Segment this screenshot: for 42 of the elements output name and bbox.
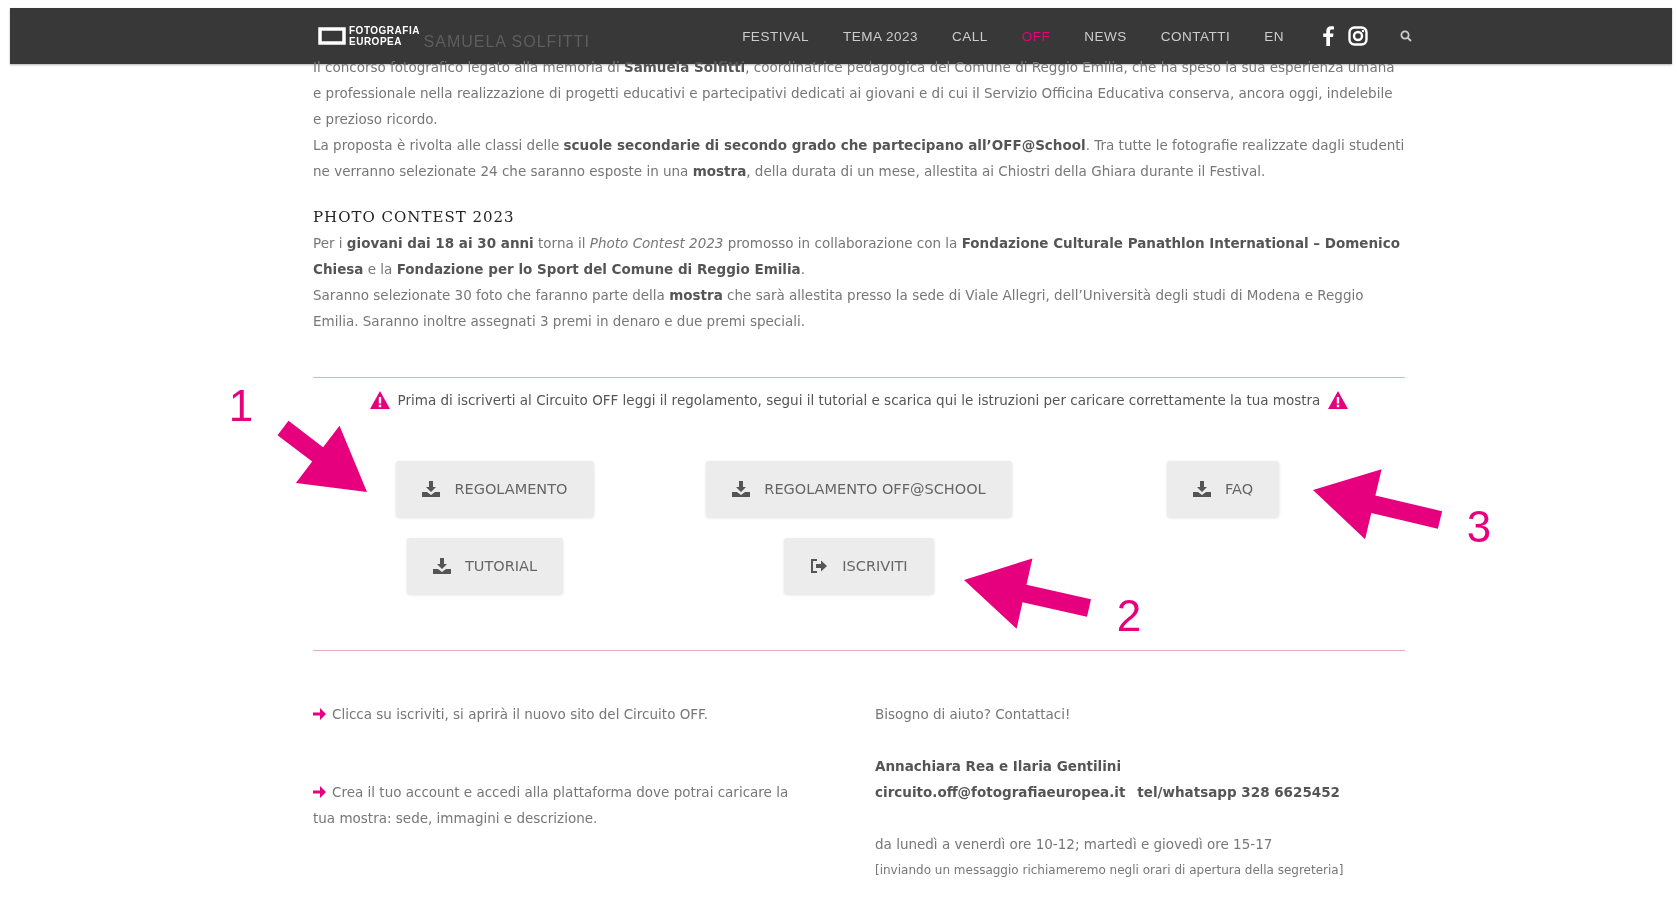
warning-icon: [369, 391, 390, 409]
instruction-step: Clicca su iscriviti, si aprirà il nuovo sito del Circuito OFF.: [313, 701, 813, 727]
instagram-icon[interactable]: [1348, 26, 1368, 46]
help-title: Bisogno di aiuto? Contattaci!: [875, 705, 1072, 724]
download-button[interactable]: REGOLAMENTO: [396, 461, 594, 517]
site-logo[interactable]: FOTOGRAFIA EUROPEA: [318, 25, 420, 47]
instruction-step: Crea il tuo account e accedi alla plattaforma dove potrai caricare la tua mostra: sede, immagini e descrizione.: [313, 779, 813, 831]
arrow-right-icon: [313, 786, 326, 798]
sign-in-icon: [810, 559, 829, 573]
download-icon: [732, 481, 751, 497]
download-icon: [432, 558, 451, 574]
nav-link[interactable]: EN: [1264, 28, 1284, 44]
annotation-number: 2: [1116, 594, 1142, 638]
facebook-icon[interactable]: [1322, 26, 1334, 46]
warning-message: Prima di iscriverti al Circuito OFF leggi il regolamento, segui il tutorial e scarica qui le istruzioni per caricare correttamente la tua mostra: [397, 392, 1321, 408]
paragraph: La proposta è rivolta alle classi delle scuole secondarie di secondo grado che partecipano all’OFF@School. Tra tutte le fotografie realizzate dagli studenti ne verranno selezionate 24 che saranno esposte in una mostra, della durata di un mese, allestita ai Chiostri della Ghiara durante il Festival.: [313, 136, 1405, 181]
download-button[interactable]: REGOLAMENTO OFF@SCHOOL: [706, 461, 1012, 517]
nav-link[interactable]: TEMA 2023: [842, 28, 918, 44]
contact-names: Annachiara Rea e Ilaria Gentilini: [875, 757, 1123, 776]
paragraph: Il concorso fotografico legato alla memoria di Samuela Solfitti, coordinatrice pedagogica del Comune di Reggio Emilia, che ha speso la sua esperienza umana e professionale nella realizzazione di progetti educativi e partecipativi dedicati ai giovani e di cui il Servizio Officina Educativa conserva, ancora oggi, indelebile e prezioso ricordo.: [313, 58, 1396, 129]
phone-number: tel/whatsapp 328 6625452: [1137, 783, 1340, 802]
download-button[interactable]: TUTORIAL: [406, 538, 564, 594]
download-button[interactable]: ISCRIVITI: [784, 538, 934, 594]
email-link[interactable]: circuito.off@fotografiaeuropea.it: [875, 779, 1126, 805]
logo-frame-icon: [318, 27, 346, 45]
nav-link[interactable]: CONTATTI: [1160, 28, 1231, 44]
help-note: [inviando un messaggio richiameremo negli orari di apertura della segreteria]: [875, 862, 1345, 879]
search-icon[interactable]: [1400, 30, 1412, 42]
arrow-right-icon: [313, 708, 326, 720]
annotation-number: 1: [228, 384, 254, 428]
nav-link[interactable]: CALL: [951, 28, 988, 44]
download-icon: [422, 481, 441, 497]
download-button[interactable]: FAQ: [1166, 461, 1280, 517]
paragraph: Saranno selezionate 30 foto che faranno parte della mostra che sarà allestita presso la sede di Viale Allegri, dell’Università degli studi di Modena e Reggio Emilia. Saranno inoltre assegnati 3 premi in denaro e due premi speciali.: [313, 286, 1365, 331]
section-title: PHOTO CONTEST 2023: [313, 207, 516, 228]
nav-link[interactable]: FESTIVAL: [742, 28, 809, 44]
warning-icon: [1328, 391, 1349, 409]
download-icon: [1192, 481, 1211, 497]
nav-link[interactable]: NEWS: [1084, 28, 1127, 44]
office-hours: da lunedì a venerdì ore 10-12; martedì e giovedì ore 15-17: [875, 835, 1274, 854]
annotation-number: 3: [1466, 505, 1492, 549]
paragraph: Per i giovani dai 18 ai 30 anni torna il Photo Contest 2023 promosso in collaborazione con la Fondazione Culturale Panathlon International – Domenico Chiesa e la Fondazione per lo Sport del Comune di Reggio Emilia.: [313, 234, 1401, 279]
